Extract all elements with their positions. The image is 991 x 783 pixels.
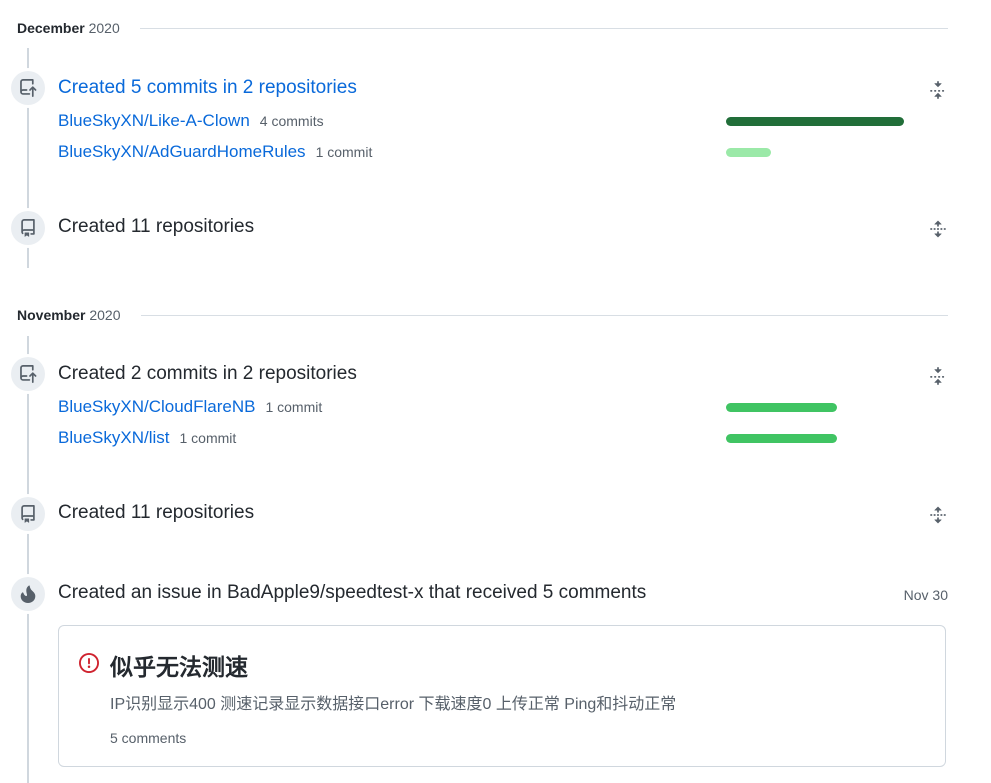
commit-count[interactable]: 1 commit <box>179 430 236 446</box>
month-divider <box>139 27 948 29</box>
commit-count[interactable]: 1 commit <box>265 399 322 415</box>
repo-icon <box>11 497 45 531</box>
commit-bar <box>726 148 771 157</box>
activity-summary[interactable]: Created 2 commits in 2 repositories <box>58 362 357 386</box>
repo-push-icon <box>11 71 45 105</box>
issue-excerpt: IP识别显示400 测速记录显示数据接口error 下载速度0 上传正常 Pin… <box>110 696 677 713</box>
issue-title[interactable]: 似乎无法测速 <box>110 648 248 682</box>
repo-row: BlueSkyXN/AdGuardHomeRules 1 commit <box>58 142 372 166</box>
commit-count[interactable]: 1 commit <box>316 144 373 160</box>
repo-link[interactable]: BlueSkyXN/Like-A-Clown <box>58 111 250 131</box>
issue-comment-count: 5 comments <box>110 730 187 746</box>
activity-summary[interactable]: Created an issue in BadApple9/speedtest-… <box>58 581 646 605</box>
repo-row: BlueSkyXN/list 1 commit <box>58 428 236 452</box>
commit-bar <box>726 403 837 412</box>
fold-icon[interactable] <box>928 366 948 386</box>
repo-push-icon <box>11 357 45 391</box>
unfold-icon[interactable] <box>928 219 948 239</box>
activity-date: Nov 30 <box>903 587 948 603</box>
month-year: 2020 <box>88 20 120 36</box>
repo-link[interactable]: BlueSkyXN/CloudFlareNB <box>58 397 255 417</box>
commit-bar <box>726 434 837 443</box>
month-divider <box>140 314 948 316</box>
issue-closed-icon <box>79 653 99 673</box>
month-year: 2020 <box>89 307 121 323</box>
activity-summary-link[interactable]: Created 5 commits in 2 repositories <box>58 76 357 100</box>
activity-summary[interactable]: Created 11 repositories <box>58 215 254 239</box>
repo-icon <box>11 211 45 245</box>
repo-link[interactable]: BlueSkyXN/AdGuardHomeRules <box>58 142 306 162</box>
unfold-icon[interactable] <box>928 505 948 525</box>
commit-bar <box>726 117 904 126</box>
timeline-line-november <box>27 336 29 783</box>
commit-count[interactable]: 4 commits <box>260 113 324 129</box>
month-header-december: December 2020 <box>17 18 948 38</box>
fold-icon[interactable] <box>928 80 948 100</box>
repo-row: BlueSkyXN/Like-A-Clown 4 commits <box>58 111 324 135</box>
repo-link[interactable]: BlueSkyXN/list <box>58 428 169 448</box>
issue-card[interactable]: 似乎无法测速 IP识别显示400 测速记录显示数据接口error 下载速度0 上… <box>58 625 946 767</box>
repo-row: BlueSkyXN/CloudFlareNB 1 commit <box>58 397 322 421</box>
activity-summary[interactable]: Created 11 repositories <box>58 501 254 525</box>
month-name: November <box>17 307 86 323</box>
month-header-november: November 2020 <box>17 305 948 325</box>
flame-icon <box>11 577 45 611</box>
month-name: December <box>17 20 85 36</box>
